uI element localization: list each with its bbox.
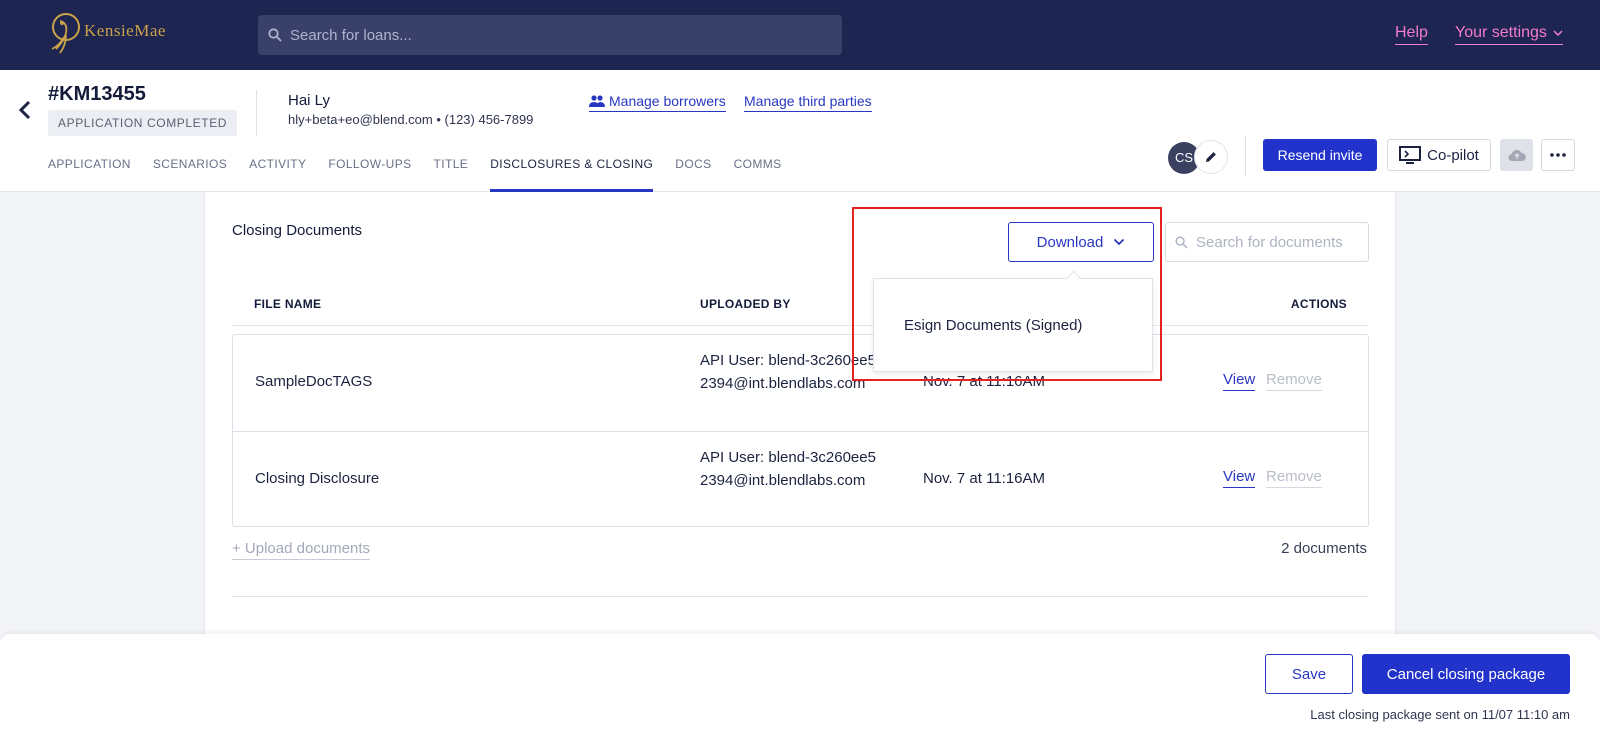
more-dots-icon bbox=[1550, 153, 1566, 157]
borrower-contact: hly+beta+eo@blend.com • (123) 456-7899 bbox=[288, 112, 534, 127]
tab-application[interactable]: APPLICATION bbox=[48, 157, 131, 192]
highlight-box bbox=[852, 207, 1162, 381]
more-options-button[interactable] bbox=[1541, 139, 1575, 171]
search-icon bbox=[268, 28, 282, 42]
document-search[interactable] bbox=[1165, 222, 1369, 262]
column-header-uploaded-by: UPLOADED BY bbox=[700, 297, 791, 311]
footer-bar: Save Cancel closing package Last closing… bbox=[0, 634, 1600, 743]
people-icon bbox=[589, 95, 605, 107]
top-nav: KensieMae Help Your settings bbox=[0, 0, 1600, 70]
tab-docs[interactable]: DOCS bbox=[675, 157, 711, 192]
manage-third-parties-link[interactable]: Manage third parties bbox=[744, 93, 872, 112]
loan-search[interactable] bbox=[258, 15, 842, 55]
tab-scenarios[interactable]: SCENARIOS bbox=[153, 157, 227, 192]
date-cell: Nov. 7 at 11:16AM bbox=[923, 470, 1046, 487]
settings-label: Your settings bbox=[1455, 24, 1547, 41]
borrower-name: Hai Ly bbox=[288, 92, 330, 109]
manage-borrowers-link[interactable]: Manage borrowers bbox=[589, 93, 726, 112]
closing-documents-card: Closing Documents Download FILE NAME UPL… bbox=[204, 192, 1396, 642]
co-pilot-label: Co-pilot bbox=[1427, 146, 1479, 164]
document-search-input[interactable] bbox=[1196, 233, 1366, 251]
divider bbox=[232, 325, 1369, 326]
view-link[interactable]: View bbox=[1223, 468, 1256, 488]
view-link[interactable]: View bbox=[1223, 371, 1256, 391]
section-title: Closing Documents bbox=[232, 222, 363, 239]
manage-borrowers-label: Manage borrowers bbox=[609, 93, 726, 109]
tab-comms[interactable]: COMMS bbox=[734, 157, 782, 192]
co-pilot-button[interactable]: Co-pilot bbox=[1387, 139, 1491, 171]
remove-link[interactable]: Remove bbox=[1266, 371, 1322, 391]
resend-invite-button[interactable]: Resend invite bbox=[1263, 139, 1377, 171]
table-row: SampleDocTAGS API User: blend-3c260ee523… bbox=[233, 335, 1368, 431]
chevron-down-icon bbox=[1553, 30, 1563, 36]
documents-table: SampleDocTAGS API User: blend-3c260ee523… bbox=[232, 334, 1369, 527]
tab-bar: APPLICATION SCENARIOS ACTIVITY FOLLOW-UP… bbox=[48, 157, 782, 193]
save-button[interactable]: Save bbox=[1265, 654, 1353, 694]
back-arrow-icon[interactable] bbox=[18, 100, 32, 120]
table-row: Closing Disclosure API User: blend-3c260… bbox=[233, 431, 1368, 527]
divider bbox=[256, 90, 257, 136]
logo-text: KensieMae bbox=[84, 21, 166, 40]
tab-title[interactable]: TITLE bbox=[434, 157, 469, 192]
monitor-icon bbox=[1399, 146, 1422, 164]
settings-link[interactable]: Your settings bbox=[1455, 24, 1563, 45]
file-name-cell: SampleDocTAGS bbox=[255, 373, 373, 390]
logo[interactable]: KensieMae bbox=[46, 10, 176, 58]
column-header-file-name: FILE NAME bbox=[254, 297, 322, 311]
search-icon bbox=[1175, 235, 1188, 249]
tab-disclosures-closing[interactable]: DISCLOSURES & CLOSING bbox=[490, 157, 654, 193]
peacock-logo-icon bbox=[51, 13, 80, 54]
pencil-icon bbox=[1206, 152, 1216, 162]
divider bbox=[232, 596, 1369, 597]
help-link[interactable]: Help bbox=[1395, 24, 1428, 45]
last-sent-status: Last closing package sent on 11/07 11:10… bbox=[1310, 707, 1570, 722]
cancel-closing-package-button[interactable]: Cancel closing package bbox=[1362, 654, 1570, 694]
tab-activity[interactable]: ACTIVITY bbox=[249, 157, 306, 192]
edit-button[interactable] bbox=[1194, 140, 1228, 174]
divider bbox=[1245, 136, 1246, 176]
status-badge: APPLICATION COMPLETED bbox=[48, 110, 238, 136]
file-name-cell: Closing Disclosure bbox=[255, 470, 380, 487]
document-count: 2 documents bbox=[1281, 540, 1367, 557]
remove-link[interactable]: Remove bbox=[1266, 468, 1322, 488]
upload-documents-link[interactable]: + Upload documents bbox=[232, 540, 371, 560]
column-header-actions: ACTIONS bbox=[1290, 297, 1347, 311]
tab-follow-ups[interactable]: FOLLOW-UPS bbox=[328, 157, 411, 192]
loan-id: #KM13455 bbox=[48, 83, 146, 105]
cloud-upload-button[interactable] bbox=[1500, 139, 1533, 171]
loan-header: #KM13455 APPLICATION COMPLETED Hai Ly hl… bbox=[0, 70, 1600, 193]
cloud-upload-icon bbox=[1508, 149, 1526, 161]
loan-search-input[interactable] bbox=[290, 26, 830, 44]
uploaded-by-cell: API User: blend-3c260ee52394@int.blendla… bbox=[700, 449, 876, 489]
